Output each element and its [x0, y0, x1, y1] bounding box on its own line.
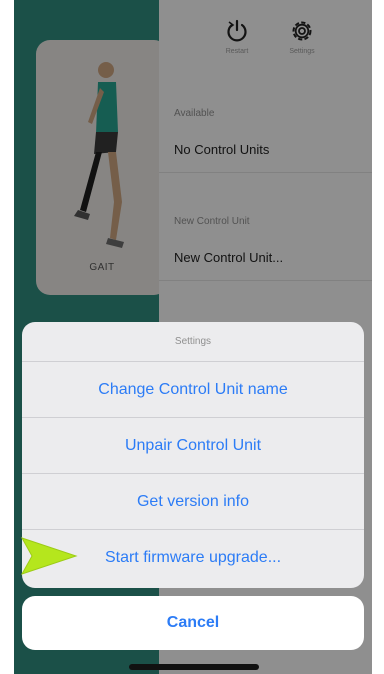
- arrow-pointer-icon: [20, 537, 78, 575]
- action-sheet-title: Settings: [22, 322, 364, 362]
- change-control-unit-name-button[interactable]: Change Control Unit name: [22, 362, 364, 418]
- cancel-button[interactable]: Cancel: [22, 596, 364, 650]
- home-indicator: [129, 664, 259, 670]
- get-version-info-button[interactable]: Get version info: [22, 474, 364, 530]
- unpair-control-unit-button[interactable]: Unpair Control Unit: [22, 418, 364, 474]
